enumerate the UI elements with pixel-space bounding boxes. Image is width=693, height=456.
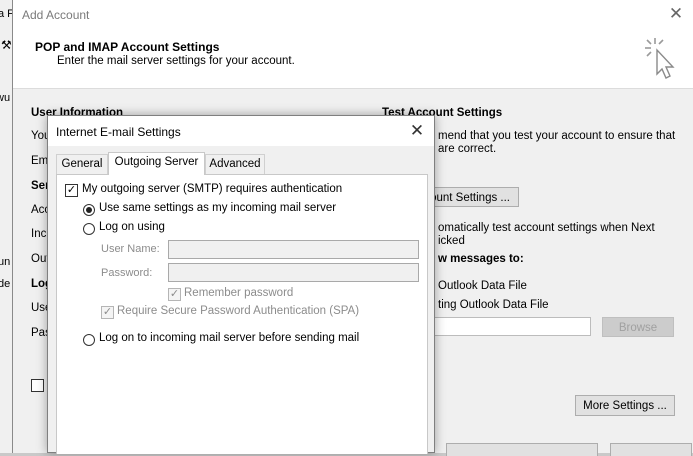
auto-test-line2: icked <box>438 235 465 247</box>
close-icon[interactable]: ✕ <box>406 120 428 142</box>
add-account-titlebar: Add Account ✕ <box>13 0 693 30</box>
more-settings-button[interactable]: More Settings ... <box>575 395 675 416</box>
test-description-line1: mend that you test your account to ensur… <box>438 130 676 142</box>
background-text-fragment: un <box>0 256 11 268</box>
require-spa-checkbox[interactable]: ✓ <box>101 306 114 319</box>
new-data-file-option[interactable]: Outlook Data File <box>438 280 527 292</box>
remember-password-checkbox[interactable] <box>31 379 44 392</box>
header-subtitle: Enter the mail server settings for your … <box>57 55 295 67</box>
internet-email-settings-dialog: Internet E-mail Settings ✕ General Outgo… <box>47 115 435 454</box>
header-title: POP and IMAP Account Settings <box>35 40 220 54</box>
cancel-button-partial[interactable] <box>610 443 692 456</box>
tab-general[interactable]: General <box>56 154 108 174</box>
smtp-auth-label: My outgoing server (SMTP) requires authe… <box>82 183 343 195</box>
background-tools-icon: ⚒ <box>1 38 12 52</box>
remember-password-checkbox[interactable]: ✓ <box>168 288 181 301</box>
username-field-label: User Name: <box>101 243 160 255</box>
log-on-using-label: Log on using <box>99 221 165 233</box>
password-field-label: Password: <box>101 267 153 279</box>
smtp-auth-checkbox[interactable]: ✓ <box>65 184 78 197</box>
data-file-path-input[interactable] <box>423 317 591 336</box>
use-same-settings-label: Use same settings as my incoming mail se… <box>99 202 337 214</box>
dialog-title: Internet E-mail Settings <box>56 125 181 139</box>
next-button-partial[interactable] <box>446 443 598 456</box>
window-title: Add Account <box>22 8 90 22</box>
log-on-incoming-first-label: Log on to incoming mail server before se… <box>99 332 360 344</box>
deliver-messages-label: w messages to: <box>438 253 524 265</box>
password-input[interactable] <box>168 263 419 282</box>
test-description-line2: are correct. <box>438 143 497 155</box>
close-icon[interactable]: ✕ <box>667 4 685 24</box>
tab-outgoing-server[interactable]: Outgoing Server <box>108 152 205 175</box>
add-account-header: POP and IMAP Account Settings Enter the … <box>13 30 693 89</box>
remember-password-label: Remember password <box>184 287 294 299</box>
background-text-fragment: de <box>0 278 11 290</box>
log-on-using-radio[interactable] <box>83 223 95 235</box>
background-text-fragment: wu <box>0 92 11 104</box>
use-same-settings-radio[interactable] <box>83 204 95 216</box>
log-on-incoming-first-radio[interactable] <box>83 334 95 346</box>
test-account-settings-button[interactable]: ount Settings ... <box>423 187 519 207</box>
cursor-click-icon <box>645 38 675 79</box>
browse-button[interactable]: Browse <box>602 317 674 337</box>
incoming-server-label: Inc <box>31 228 47 240</box>
dialog-titlebar: Internet E-mail Settings ✕ <box>48 116 434 146</box>
username-input[interactable] <box>168 240 419 259</box>
existing-data-file-option[interactable]: ting Outlook Data File <box>438 299 549 311</box>
require-spa-label: Require Secure Password Authentication (… <box>117 305 360 317</box>
auto-test-line1: omatically test account settings when Ne… <box>438 222 655 234</box>
tab-advanced[interactable]: Advanced <box>205 154 265 174</box>
outgoing-server-panel: ✓ My outgoing server (SMTP) requires aut… <box>56 174 428 454</box>
